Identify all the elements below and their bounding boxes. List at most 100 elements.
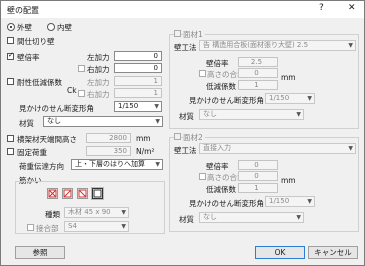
chevron-down-icon: ▼ <box>296 111 301 118</box>
fixed-load-input[interactable]: 350 <box>86 146 131 156</box>
window-title: 壁の配置 <box>7 6 39 15</box>
brace-joint-value: S4 <box>68 222 77 230</box>
face1-method-select[interactable]: 告 構造用合板(面材張り大壁) 2.5 ▼ <box>199 40 356 51</box>
fixed-load-unit: N/m² <box>136 147 155 156</box>
face2-shear-select[interactable]: 1/150 ▼ <box>265 196 315 207</box>
face1-ratio-input[interactable]: 2.5 <box>238 57 278 67</box>
brace-type-value: 木材 45 x 90 <box>68 208 111 216</box>
apparent-shear-value: 1/150 <box>118 102 139 110</box>
reduction-right-checkbox[interactable] <box>78 90 85 97</box>
chevron-down-icon: ▼ <box>155 118 160 125</box>
reduction-right-label: 右加力 <box>87 90 110 99</box>
wall-ratio-checkbox[interactable] <box>7 51 14 60</box>
face1-ratio-label: 壁倍率 <box>206 59 229 68</box>
apparent-shear-label: 見かけのせん断変形角 <box>19 104 94 113</box>
load-direction-label: 荷重伝達方向 <box>19 162 64 171</box>
face1-material-label: 材質 <box>179 112 194 121</box>
face2-ratio-input[interactable]: 0 <box>238 160 278 170</box>
reduction-left-input[interactable]: 1 <box>114 76 162 86</box>
close-button[interactable]: ✕ <box>348 3 356 13</box>
face1-reduce-label: 低減係数 <box>206 82 236 91</box>
face2-material-label: 材質 <box>179 215 194 224</box>
face1-shear-select[interactable]: 1/150 ▼ <box>265 93 315 104</box>
face1-total-input[interactable]: 0 <box>238 68 278 78</box>
outer-wall-label: 外壁 <box>17 23 32 32</box>
face2-ratio-label: 壁倍率 <box>206 162 229 171</box>
wall-ratio-label: 壁倍率 <box>17 53 40 62</box>
face2-shear-value: 1/150 <box>269 197 290 205</box>
title-bar: 壁の配置 ? ✕ <box>1 1 364 18</box>
material-label: 材質 <box>19 119 34 128</box>
apparent-shear-select[interactable]: 1/150 ▼ <box>114 101 162 112</box>
face2-method-value: 直接入力 <box>203 144 231 152</box>
face2-method-label: 壁工法 <box>174 146 197 155</box>
wall-ratio-left-input[interactable]: 0 <box>114 51 162 61</box>
chevron-down-icon: ▼ <box>121 209 126 216</box>
face1-method-label: 壁工法 <box>174 43 197 52</box>
outer-wall-radio[interactable] <box>7 23 15 31</box>
brace-pattern-x-red[interactable] <box>47 188 58 199</box>
reduction-label: 耐性低減係数 <box>17 78 62 87</box>
ceiling-height-unit: mm <box>136 134 151 143</box>
face1-unit: mm <box>281 73 296 82</box>
face2-total-checkbox[interactable] <box>199 173 206 180</box>
load-direction-value: 上・下層のはりへ加算 <box>75 160 145 168</box>
wall-ratio-right-label: 右加力 <box>87 65 110 74</box>
chevron-down-icon: ▼ <box>155 161 160 168</box>
face2-material-select[interactable]: なし ▼ <box>199 212 304 223</box>
face1-label: 面材1 <box>183 29 205 40</box>
brace-pattern-diag-right[interactable] <box>62 188 73 199</box>
load-direction-select[interactable]: 上・下層のはりへ加算 ▼ <box>71 159 163 170</box>
brace-joint-label: 接合部 <box>36 224 59 233</box>
material-value: なし <box>47 117 61 125</box>
face2-shear-label: 見かけのせん断変形角 <box>189 199 264 208</box>
brace-type-label: 種類 <box>45 210 60 219</box>
face2-label: 面材2 <box>183 132 205 143</box>
face2-checkbox[interactable] <box>174 133 181 140</box>
fixed-load-checkbox[interactable] <box>7 148 14 155</box>
face2-method-select[interactable]: 直接入力 ▼ <box>199 143 356 154</box>
face2-material-value: なし <box>203 213 217 221</box>
chevron-down-icon: ▼ <box>348 42 353 49</box>
wall-ratio-right-input[interactable]: 0 <box>114 63 162 73</box>
face1-material-select[interactable]: なし ▼ <box>199 109 304 120</box>
face1-total-checkbox[interactable] <box>199 70 206 77</box>
wall-placement-dialog: 壁の配置 ? ✕ 外壁 内壁 間仕切り壁 壁倍率 左加力 0 右加力 0 耐性低… <box>0 0 365 266</box>
ok-button[interactable]: OK <box>255 246 305 259</box>
reduction-ck-label: Ck <box>67 86 77 95</box>
reduction-left-label: 左加力 <box>87 78 110 87</box>
ceiling-height-checkbox[interactable] <box>7 135 14 142</box>
fixed-load-label: 固定荷重 <box>17 148 47 157</box>
brace-joint-checkbox[interactable] <box>27 224 34 231</box>
inner-wall-radio[interactable] <box>47 23 55 31</box>
help-button[interactable]: ? <box>319 3 324 13</box>
brace-pattern-diag-left[interactable] <box>77 188 88 199</box>
face1-shear-label: 見かけのせん断変形角 <box>189 96 264 105</box>
face1-shear-value: 1/150 <box>269 94 290 102</box>
reference-button[interactable]: 参照 <box>15 246 65 259</box>
wall-ratio-right-checkbox[interactable] <box>78 65 85 72</box>
chevron-down-icon: ▼ <box>307 198 312 205</box>
face2-total-input[interactable]: 0 <box>238 171 278 181</box>
material-select[interactable]: なし ▼ <box>43 116 163 127</box>
brace-joint-select[interactable]: S4 ▼ <box>64 221 129 232</box>
inner-wall-label: 内壁 <box>57 23 72 32</box>
chevron-down-icon: ▼ <box>348 145 353 152</box>
face1-checkbox[interactable] <box>174 30 181 37</box>
reduction-checkbox[interactable] <box>7 78 14 85</box>
brace-type-select[interactable]: 木材 45 x 90 ▼ <box>64 207 129 218</box>
face2-reduce-label: 低減係数 <box>206 185 236 194</box>
face1-reduce-input[interactable]: 1 <box>238 80 278 90</box>
cancel-button[interactable]: キャンセル <box>308 246 358 259</box>
face1-method-value: 告 構造用合板(面材張り大壁) 2.5 <box>203 41 309 49</box>
partition-checkbox[interactable] <box>7 37 14 44</box>
ceiling-height-input[interactable]: 2800 <box>86 133 131 143</box>
brace-pattern-none[interactable] <box>92 188 103 199</box>
face1-material-value: なし <box>203 110 217 118</box>
partition-label: 間仕切り壁 <box>17 37 55 46</box>
chevron-down-icon: ▼ <box>307 95 312 102</box>
wall-ratio-left-label: 左加力 <box>87 53 110 62</box>
reduction-right-input[interactable]: 1 <box>114 88 162 98</box>
face2-unit: mm <box>281 176 296 185</box>
face2-reduce-input[interactable]: 1 <box>238 183 278 193</box>
